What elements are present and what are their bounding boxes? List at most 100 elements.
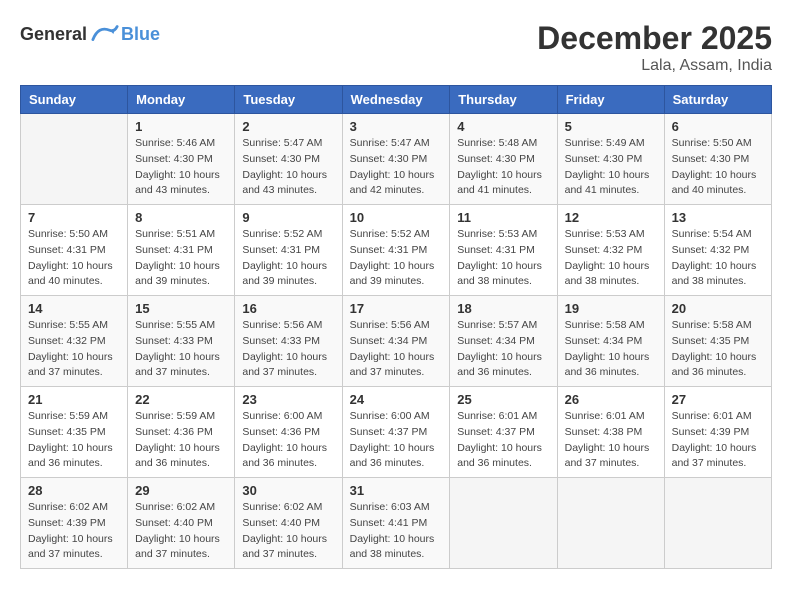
- page-container: General Blue December 2025 Lala, Assam, …: [20, 20, 772, 569]
- day-number: 12: [565, 210, 657, 225]
- day-info: Sunrise: 5:59 AMSunset: 4:36 PMDaylight:…: [135, 409, 227, 472]
- day-number: 14: [28, 301, 120, 316]
- day-info: Sunrise: 5:53 AMSunset: 4:32 PMDaylight:…: [565, 227, 657, 290]
- calendar-cell: 5 Sunrise: 5:49 AMSunset: 4:30 PMDaylight…: [557, 114, 664, 205]
- day-number: 19: [565, 301, 657, 316]
- day-number: 17: [350, 301, 443, 316]
- day-number: 11: [457, 210, 549, 225]
- day-number: 8: [135, 210, 227, 225]
- day-info: Sunrise: 6:03 AMSunset: 4:41 PMDaylight:…: [350, 500, 443, 563]
- day-info: Sunrise: 5:46 AMSunset: 4:30 PMDaylight:…: [135, 136, 227, 199]
- day-number: 10: [350, 210, 443, 225]
- day-info: Sunrise: 5:56 AMSunset: 4:33 PMDaylight:…: [242, 318, 334, 381]
- day-info: Sunrise: 5:55 AMSunset: 4:32 PMDaylight:…: [28, 318, 120, 381]
- day-info: Sunrise: 5:47 AMSunset: 4:30 PMDaylight:…: [350, 136, 443, 199]
- day-info: Sunrise: 6:02 AMSunset: 4:40 PMDaylight:…: [242, 500, 334, 563]
- calendar-cell: 2Sunrise: 5:47 AMSunset: 4:30 PMDaylight…: [235, 114, 342, 205]
- calendar-cell: 15 Sunrise: 5:55 AMSunset: 4:33 PMDayligh…: [128, 296, 235, 387]
- day-info: Sunrise: 5:59 AMSunset: 4:35 PMDaylight:…: [28, 409, 120, 472]
- calendar-cell: 12 Sunrise: 5:53 AMSunset: 4:32 PMDayligh…: [557, 205, 664, 296]
- day-info: Sunrise: 6:01 AMSunset: 4:38 PMDaylight:…: [565, 409, 657, 472]
- day-number: 5: [565, 119, 657, 134]
- weekday-header-thursday: Thursday: [450, 86, 557, 114]
- day-number: 20: [672, 301, 764, 316]
- day-info: Sunrise: 5:49 AMSunset: 4:30 PMDaylight:…: [565, 136, 657, 199]
- day-number: 24: [350, 392, 443, 407]
- day-info: Sunrise: 6:02 AMSunset: 4:40 PMDaylight:…: [135, 500, 227, 563]
- day-info: Sunrise: 6:00 AMSunset: 4:37 PMDaylight:…: [350, 409, 443, 472]
- logo-text-blue: Blue: [121, 24, 160, 45]
- calendar-cell: [557, 478, 664, 569]
- calendar-cell: 22 Sunrise: 5:59 AMSunset: 4:36 PMDayligh…: [128, 387, 235, 478]
- calendar-cell: 11 Sunrise: 5:53 AMSunset: 4:31 PMDayligh…: [450, 205, 557, 296]
- page-header: General Blue December 2025 Lala, Assam, …: [20, 20, 772, 75]
- calendar-cell: 26Sunrise: 6:01 AMSunset: 4:38 PMDayligh…: [557, 387, 664, 478]
- title-block: December 2025 Lala, Assam, India: [537, 20, 772, 75]
- calendar-cell: 31 Sunrise: 6:03 AMSunset: 4:41 PMDayligh…: [342, 478, 450, 569]
- calendar-cell: 4 Sunrise: 5:48 AMSunset: 4:30 PMDaylight…: [450, 114, 557, 205]
- day-info: Sunrise: 5:52 AMSunset: 4:31 PMDaylight:…: [350, 227, 443, 290]
- calendar-week-row: 1 Sunrise: 5:46 AMSunset: 4:30 PMDaylight…: [21, 114, 772, 205]
- calendar-cell: 28Sunrise: 6:02 AMSunset: 4:39 PMDayligh…: [21, 478, 128, 569]
- day-number: 25: [457, 392, 549, 407]
- day-number: 22: [135, 392, 227, 407]
- day-number: 9: [242, 210, 334, 225]
- calendar-cell: 18 Sunrise: 5:57 AMSunset: 4:34 PMDayligh…: [450, 296, 557, 387]
- day-number: 7: [28, 210, 120, 225]
- day-info: Sunrise: 5:50 AMSunset: 4:31 PMDaylight:…: [28, 227, 120, 290]
- calendar-cell: [664, 478, 771, 569]
- day-number: 15: [135, 301, 227, 316]
- day-info: Sunrise: 5:52 AMSunset: 4:31 PMDaylight:…: [242, 227, 334, 290]
- day-number: 16: [242, 301, 334, 316]
- day-info: Sunrise: 6:00 AMSunset: 4:36 PMDaylight:…: [242, 409, 334, 472]
- calendar-cell: [450, 478, 557, 569]
- calendar-cell: 10 Sunrise: 5:52 AMSunset: 4:31 PMDayligh…: [342, 205, 450, 296]
- calendar-week-row: 21 Sunrise: 5:59 AMSunset: 4:35 PMDayligh…: [21, 387, 772, 478]
- calendar-cell: 7 Sunrise: 5:50 AMSunset: 4:31 PMDaylight…: [21, 205, 128, 296]
- calendar-week-row: 7 Sunrise: 5:50 AMSunset: 4:31 PMDaylight…: [21, 205, 772, 296]
- weekday-header-friday: Friday: [557, 86, 664, 114]
- calendar-body: 1 Sunrise: 5:46 AMSunset: 4:30 PMDaylight…: [21, 114, 772, 569]
- day-info: Sunrise: 5:51 AMSunset: 4:31 PMDaylight:…: [135, 227, 227, 290]
- day-info: Sunrise: 5:48 AMSunset: 4:30 PMDaylight:…: [457, 136, 549, 199]
- day-number: 28: [28, 483, 120, 498]
- day-info: Sunrise: 6:01 AMSunset: 4:37 PMDaylight:…: [457, 409, 549, 472]
- day-info: Sunrise: 5:54 AMSunset: 4:32 PMDaylight:…: [672, 227, 764, 290]
- day-info: Sunrise: 5:55 AMSunset: 4:33 PMDaylight:…: [135, 318, 227, 381]
- month-title: December 2025: [537, 20, 772, 57]
- calendar-header: SundayMondayTuesdayWednesdayThursdayFrid…: [21, 86, 772, 114]
- weekday-header-sunday: Sunday: [21, 86, 128, 114]
- calendar-cell: [21, 114, 128, 205]
- day-number: 18: [457, 301, 549, 316]
- day-info: Sunrise: 5:58 AMSunset: 4:35 PMDaylight:…: [672, 318, 764, 381]
- logo-icon: [91, 20, 119, 48]
- calendar-cell: 6Sunrise: 5:50 AMSunset: 4:30 PMDaylight…: [664, 114, 771, 205]
- day-number: 2: [242, 119, 334, 134]
- calendar-cell: 29Sunrise: 6:02 AMSunset: 4:40 PMDayligh…: [128, 478, 235, 569]
- calendar-cell: 9 Sunrise: 5:52 AMSunset: 4:31 PMDaylight…: [235, 205, 342, 296]
- calendar-cell: 8 Sunrise: 5:51 AMSunset: 4:31 PMDaylight…: [128, 205, 235, 296]
- calendar-cell: 21 Sunrise: 5:59 AMSunset: 4:35 PMDayligh…: [21, 387, 128, 478]
- calendar-cell: 16 Sunrise: 5:56 AMSunset: 4:33 PMDayligh…: [235, 296, 342, 387]
- day-info: Sunrise: 5:57 AMSunset: 4:34 PMDaylight:…: [457, 318, 549, 381]
- calendar-cell: 17Sunrise: 5:56 AMSunset: 4:34 PMDayligh…: [342, 296, 450, 387]
- day-info: Sunrise: 5:58 AMSunset: 4:34 PMDaylight:…: [565, 318, 657, 381]
- calendar-table: SundayMondayTuesdayWednesdayThursdayFrid…: [20, 85, 772, 569]
- calendar-week-row: 28Sunrise: 6:02 AMSunset: 4:39 PMDayligh…: [21, 478, 772, 569]
- day-info: Sunrise: 5:53 AMSunset: 4:31 PMDaylight:…: [457, 227, 549, 290]
- weekday-header-tuesday: Tuesday: [235, 86, 342, 114]
- calendar-cell: 14 Sunrise: 5:55 AMSunset: 4:32 PMDayligh…: [21, 296, 128, 387]
- calendar-cell: 3Sunrise: 5:47 AMSunset: 4:30 PMDaylight…: [342, 114, 450, 205]
- day-number: 31: [350, 483, 443, 498]
- calendar-cell: 30Sunrise: 6:02 AMSunset: 4:40 PMDayligh…: [235, 478, 342, 569]
- calendar-cell: 23Sunrise: 6:00 AMSunset: 4:36 PMDayligh…: [235, 387, 342, 478]
- calendar-cell: 20 Sunrise: 5:58 AMSunset: 4:35 PMDayligh…: [664, 296, 771, 387]
- day-number: 27: [672, 392, 764, 407]
- calendar-cell: 25 Sunrise: 6:01 AMSunset: 4:37 PMDayligh…: [450, 387, 557, 478]
- day-number: 21: [28, 392, 120, 407]
- day-number: 4: [457, 119, 549, 134]
- calendar-cell: 19 Sunrise: 5:58 AMSunset: 4:34 PMDayligh…: [557, 296, 664, 387]
- day-number: 1: [135, 119, 227, 134]
- calendar-cell: 13Sunrise: 5:54 AMSunset: 4:32 PMDayligh…: [664, 205, 771, 296]
- weekday-header-monday: Monday: [128, 86, 235, 114]
